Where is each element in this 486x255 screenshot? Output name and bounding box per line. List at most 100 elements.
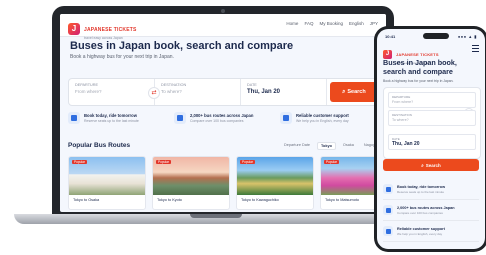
destination-label: DESTINATION	[161, 83, 187, 87]
page-title: Buses in Japan book, search and compare	[70, 40, 294, 52]
route-tabs: Departure Date Tokyo Osaka Nagoya	[281, 142, 380, 150]
feature-item: Reliable customer support We help you in…	[383, 221, 479, 242]
section-title: Popular Bus Routes	[68, 142, 131, 149]
route-tag: Popular	[156, 160, 171, 164]
feature-text: Book today, ride tomorrow Reserve seats …	[84, 113, 139, 123]
feature-title: 2,000+ bus routes across Japan	[397, 205, 455, 210]
nav-item-my-booking[interactable]: My Booking	[319, 21, 343, 26]
support-icon	[280, 112, 292, 124]
departure-label: DEPARTURE	[75, 83, 99, 87]
route-card[interactable]: Popular Tokyo to Kawaguchiko	[236, 156, 314, 210]
feature-item: Reliable customer support We help you in…	[280, 112, 380, 124]
feature-item: 2,000+ bus routes across Japan Compare o…	[174, 112, 274, 124]
page-subtitle: Book a highway bus for your next trip in…	[383, 79, 454, 83]
feature-subtitle: Compare over 100 bus companies	[190, 119, 244, 123]
status-time: 10:41	[385, 34, 396, 39]
date-field[interactable]: DATE Thu, Jan 20	[241, 79, 327, 105]
bus-icon	[174, 112, 186, 124]
destination-input[interactable]: To where?	[392, 118, 409, 122]
departure-field[interactable]: DEPARTURE From where?	[388, 92, 476, 108]
page-title: Buses in Japan book, search and compare	[383, 58, 457, 76]
feature-text: Reliable customer support We help you in…	[397, 227, 445, 236]
logo-wordmark: JAPANESE TICKETS travel easy across Japa…	[84, 18, 137, 40]
feature-subtitle: We help you in English, every day	[397, 231, 443, 236]
logo-text: JAPANESE TICKETS	[84, 27, 137, 33]
destination-field[interactable]: DESTINATION To where?	[155, 79, 241, 105]
dynamic-island	[423, 33, 449, 39]
hero: Buses in Japan book, search and compare …	[70, 40, 293, 60]
camera-icon	[221, 9, 225, 13]
currency-selector[interactable]: JPY	[370, 21, 378, 26]
search-button[interactable]: ⌕ Search	[330, 82, 378, 102]
site-logo[interactable]: J JAPANESE TICKETS travel easy across Ja…	[68, 18, 137, 40]
destination-label: DESTINATION	[392, 113, 412, 117]
laptop-base	[14, 214, 416, 224]
laptop-bezel: J JAPANESE TICKETS travel easy across Ja…	[52, 6, 394, 220]
search-icon: ⌕	[342, 88, 346, 95]
departure-input[interactable]: From where?	[392, 100, 413, 104]
feature-item: Book today, ride tomorrow Reserve seats …	[68, 112, 168, 124]
support-icon	[383, 226, 393, 236]
swap-icon[interactable]: ⇄	[148, 87, 160, 99]
route-cards: Popular Tokyo to Osaka Popular Tokyo to …	[68, 156, 386, 210]
tab-departure-date[interactable]: Departure Date	[281, 142, 313, 150]
feature-subtitle: Compare over 100 bus companies	[397, 210, 443, 215]
tab-osaka[interactable]: Osaka	[340, 142, 357, 150]
feature-item: 2,000+ bus routes across Japan Compare o…	[383, 200, 479, 221]
page-subtitle: Book a highway bus for your next trip in…	[70, 54, 174, 60]
mobile-header: J JAPANESE TICKETS travel easy across Ja…	[383, 43, 479, 65]
destination-field[interactable]: DESTINATION To where?	[388, 110, 476, 126]
route-card[interactable]: Popular Tokyo to Osaka	[68, 156, 146, 210]
feature-title: Book today, ride tomorrow	[397, 184, 446, 189]
route-label: Tokyo to Kyoto	[157, 198, 182, 202]
route-label: Tokyo to Osaka	[73, 198, 100, 202]
calendar-icon	[68, 112, 80, 124]
calendar-icon	[383, 184, 393, 194]
feature-subtitle: We help you in English, every day	[296, 119, 349, 123]
route-tag: Popular	[72, 160, 87, 164]
route-label: Tokyo to Kawaguchiko	[241, 198, 279, 202]
language-selector[interactable]: English	[349, 21, 364, 26]
feature-text: Reliable customer support We help you in…	[296, 113, 349, 123]
nav-item-home[interactable]: Home	[286, 21, 298, 26]
search-form: DEPARTURE From where? ⇅ DESTINATION To w…	[383, 87, 481, 159]
date-input[interactable]: Thu, Jan 20	[247, 89, 320, 95]
route-card[interactable]: Popular Tokyo to Kyoto	[152, 156, 230, 210]
logo-text: JAPANESE TICKETS	[396, 52, 439, 57]
features-list: Book today, ride tomorrow Reserve seats …	[383, 179, 479, 242]
feature-title: Reliable customer support	[296, 113, 349, 118]
departure-label: DEPARTURE	[392, 95, 411, 99]
features-row: Book today, ride tomorrow Reserve seats …	[68, 112, 380, 124]
signal-icon: ●●● ▲ ▮	[457, 34, 477, 39]
feature-title: 2,000+ bus routes across Japan	[190, 113, 254, 118]
feature-title: Book today, ride tomorrow	[84, 113, 137, 118]
destination-input[interactable]: To where?	[161, 89, 234, 94]
search-button[interactable]: ⌕ Search	[383, 159, 479, 171]
feature-title: Reliable customer support	[397, 226, 445, 231]
feature-text: Book today, ride tomorrow Reserve seats …	[397, 185, 445, 194]
top-nav: Home FAQ My Booking English JPY	[286, 21, 378, 26]
phone-mockup: 10:41 ●●● ▲ ▮ J JAPANESE TICKETS travel …	[374, 26, 486, 252]
tab-tokyo[interactable]: Tokyo	[317, 142, 336, 150]
search-button-label: Search	[425, 162, 441, 168]
departure-field[interactable]: DEPARTURE From where? ⇄	[69, 79, 160, 105]
search-bar: DEPARTURE From where? ⇄ DESTINATION To w…	[68, 78, 382, 106]
search-button-label: Search	[347, 89, 366, 95]
logo-icon: J	[68, 23, 80, 35]
feature-text: 2,000+ bus routes across Japan Compare o…	[190, 113, 253, 123]
nav-item-faq[interactable]: FAQ	[304, 21, 313, 26]
site-header: J JAPANESE TICKETS travel easy across Ja…	[60, 14, 386, 40]
feature-text: 2,000+ bus routes across Japan Compare o…	[397, 206, 455, 215]
date-field[interactable]: DATE Thu, Jan 20	[388, 134, 476, 150]
hamburger-menu-icon[interactable]	[472, 45, 479, 52]
laptop-screen: J JAPANESE TICKETS travel easy across Ja…	[60, 14, 386, 212]
date-input[interactable]: Thu, Jan 20	[392, 141, 420, 147]
feature-item: Book today, ride tomorrow Reserve seats …	[383, 179, 479, 200]
route-tag: Popular	[240, 160, 255, 164]
laptop-notch	[190, 214, 242, 218]
routes-header: Popular Bus Routes Departure Date Tokyo …	[68, 140, 380, 152]
status-bar: 10:41 ●●● ▲ ▮	[385, 33, 477, 41]
feature-subtitle: Reserve seats up to the last minute	[397, 189, 445, 194]
bus-icon	[383, 205, 393, 215]
departure-input[interactable]: From where?	[75, 89, 148, 94]
